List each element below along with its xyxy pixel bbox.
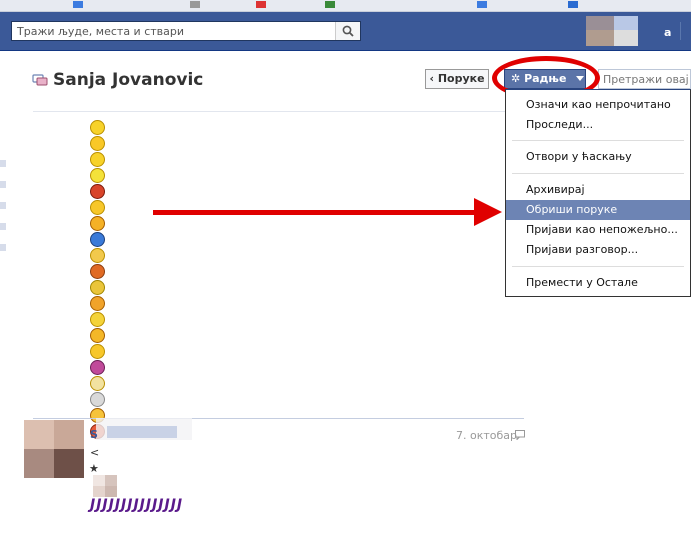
emoticon-icon <box>90 280 105 295</box>
emoticon-icon <box>90 296 105 311</box>
search-placeholder: Тражи људе, места и ствари <box>17 25 185 38</box>
divider <box>33 111 524 112</box>
sender-name[interactable]: S <box>90 428 98 441</box>
conversation-search-input[interactable]: Претражи овај разговор <box>598 69 691 89</box>
profile-avatar[interactable] <box>586 16 638 46</box>
emoticon-icon <box>90 392 105 407</box>
sender-avatar[interactable] <box>24 420 84 478</box>
back-to-messages-button[interactable]: ‹ Поруке <box>425 69 489 89</box>
emoticon-icon <box>90 264 105 279</box>
profile-name[interactable]: а <box>664 26 671 39</box>
emoticon-icon <box>90 376 105 391</box>
message-text-line: < <box>90 446 100 459</box>
annotation-arrow <box>153 210 483 215</box>
divider <box>680 22 681 40</box>
messages-button-label: Поруке <box>437 72 485 85</box>
menu-item-archive[interactable]: Архивирај <box>506 180 690 200</box>
menu-item-open-in-chat[interactable]: Отвори у ћаскању <box>506 147 690 167</box>
emoticon-icon <box>90 344 105 359</box>
emoticon-icon <box>90 184 105 199</box>
menu-separator <box>512 266 684 267</box>
menu-item-report-conversation[interactable]: Пријави разговор... <box>506 240 690 260</box>
menu-item-forward[interactable]: Проследи... <box>506 115 690 135</box>
blurred-region <box>93 475 117 497</box>
bookmark-icon[interactable] <box>256 1 266 8</box>
emoticon-icon <box>90 216 105 231</box>
emoticon-icon <box>90 168 105 183</box>
conversation-search-placeholder: Претражи овај разговор <box>603 73 690 86</box>
search-icon <box>342 25 354 37</box>
message-text-line: ★ <box>89 462 99 475</box>
bookmark-icon[interactable] <box>325 1 335 8</box>
emoticon-icon <box>90 248 105 263</box>
menu-item-mark-unread[interactable]: Означи као непрочитано <box>506 95 690 115</box>
conversation-icon <box>32 74 48 86</box>
browser-bookmarks-strip <box>0 0 691 12</box>
conversation-title: Sanja Jovanovic <box>53 70 204 90</box>
message-date: 7. октобар <box>456 429 518 442</box>
emoticon-icon <box>90 152 105 167</box>
emoticon-icon <box>90 136 105 151</box>
chevron-left-icon: ‹ <box>429 72 434 85</box>
left-sidebar-edge <box>0 160 6 270</box>
emoticon-icon <box>90 312 105 327</box>
bookmark-icon[interactable] <box>73 1 83 8</box>
blurred-sender-name <box>107 426 177 438</box>
emoticon-icon <box>90 360 105 375</box>
menu-item-move-to-other[interactable]: Премести у Остале <box>506 273 690 293</box>
emoticon-icon <box>90 120 105 135</box>
emoticon-icon <box>90 328 105 343</box>
message-text-line: JJJJJJJJJJJJJJJ <box>90 497 184 513</box>
actions-dropdown-menu: Означи као непрочитано Проследи... Отвор… <box>505 89 691 297</box>
menu-item-report-spam[interactable]: Пријави као непожељно... <box>506 220 690 240</box>
speech-bubble-icon <box>515 430 525 440</box>
global-search-input[interactable]: Тражи људе, места и ствари <box>11 21 361 41</box>
annotation-arrow-head <box>474 198 502 226</box>
emoticon-icon <box>90 232 105 247</box>
menu-separator <box>512 173 684 174</box>
menu-item-delete-messages[interactable]: Обриши поруке <box>506 200 690 220</box>
menu-separator <box>512 140 684 141</box>
bookmark-icon[interactable] <box>477 1 487 8</box>
bookmark-icon[interactable] <box>190 1 200 8</box>
emoticon-icon <box>90 200 105 215</box>
emoticon-column <box>90 120 106 440</box>
search-button[interactable] <box>335 22 360 40</box>
bookmark-icon[interactable] <box>568 1 578 8</box>
